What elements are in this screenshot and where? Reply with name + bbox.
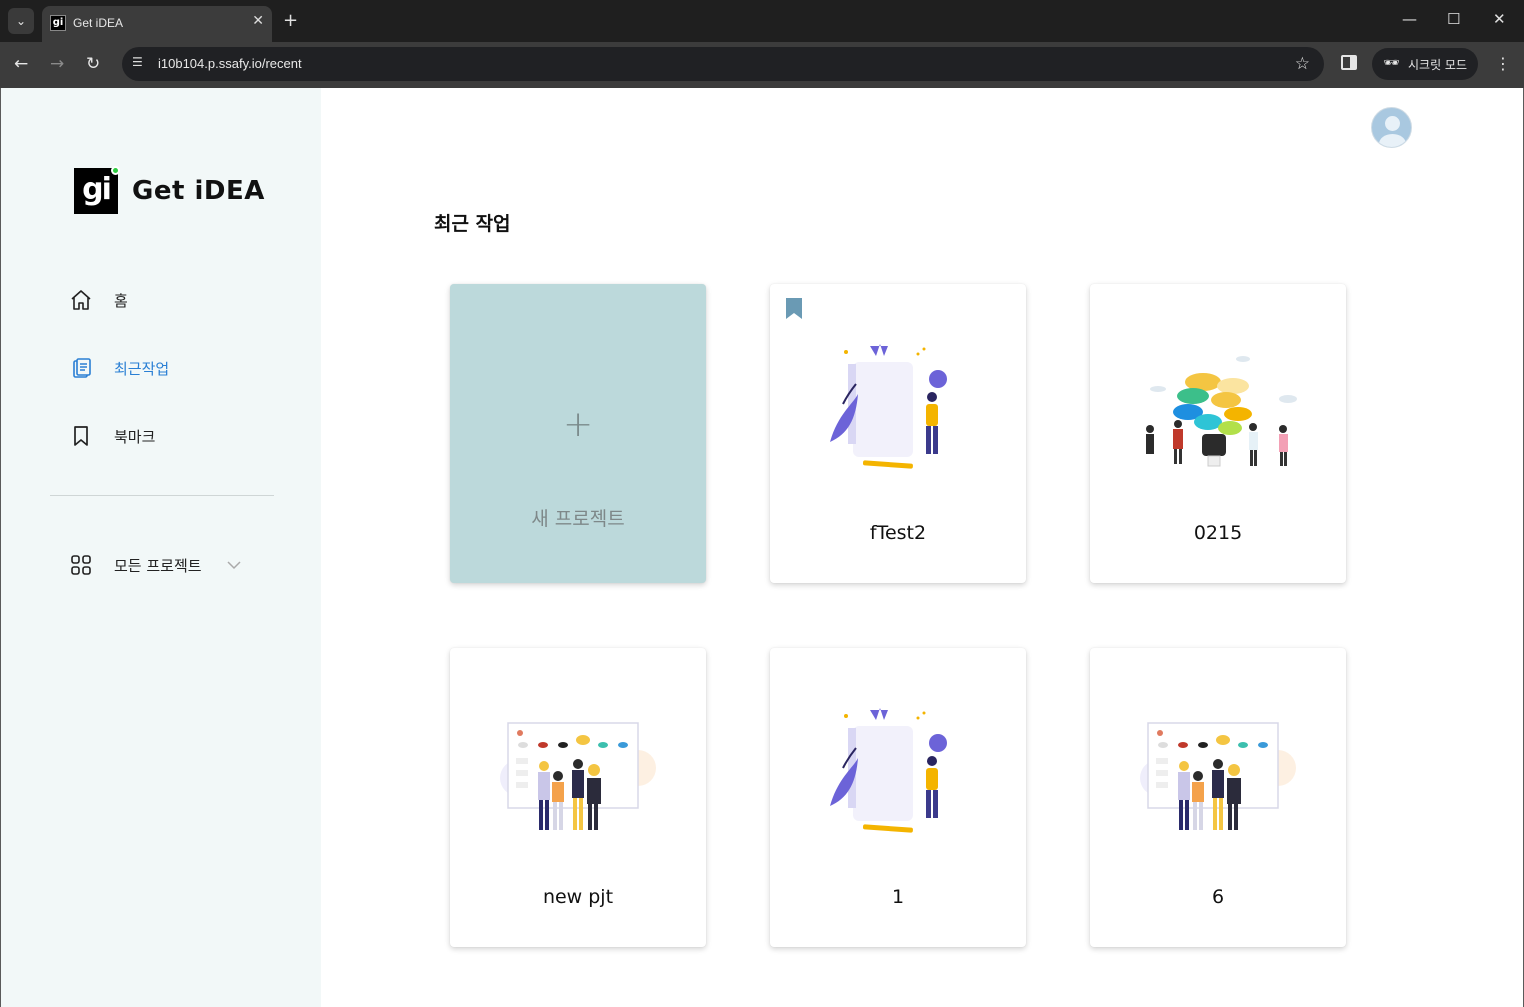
back-button[interactable]: ← bbox=[14, 54, 28, 74]
project-name: fTest2 bbox=[869, 522, 927, 544]
project-card[interactable]: new pjt bbox=[450, 648, 706, 947]
page: gi Get iDEA 홈 최근작업 북마크 모든 프로젝트 최근 작업 + 새… bbox=[0, 88, 1524, 1007]
bookmark-star-icon[interactable]: ☆ bbox=[1295, 54, 1310, 74]
incognito-badge[interactable]: 🕶 시크릿 모드 bbox=[1372, 48, 1478, 80]
home-icon bbox=[71, 290, 91, 310]
browser-toolbar: ← → ↻ ☰ i10b104.p.ssafy.io/recent ☆ 🕶 시크… bbox=[0, 42, 1524, 88]
incognito-label: 시크릿 모드 bbox=[1408, 58, 1468, 72]
sidebar-item-label: 최근작업 bbox=[114, 359, 170, 378]
project-card[interactable]: 1 bbox=[770, 648, 1026, 947]
forward-button[interactable]: → bbox=[50, 54, 64, 74]
tab-favicon: gi bbox=[50, 15, 66, 31]
side-panel-icon[interactable] bbox=[1341, 55, 1357, 70]
close-window-button[interactable]: ✕ bbox=[1493, 10, 1506, 28]
grid-icon bbox=[71, 555, 91, 575]
browser-titlebar: ⌄ gi Get iDEA ✕ + — ☐ ✕ bbox=[0, 0, 1524, 42]
incognito-icon: 🕶 bbox=[1383, 56, 1400, 71]
sidebar-item-label: 홈 bbox=[114, 291, 128, 310]
project-card[interactable]: 0215 bbox=[1090, 284, 1346, 583]
project-card[interactable]: 6 bbox=[1090, 648, 1346, 947]
user-avatar[interactable] bbox=[1371, 107, 1412, 148]
browser-tab[interactable]: gi Get iDEA ✕ bbox=[42, 6, 272, 42]
minimize-button[interactable]: — bbox=[1402, 10, 1417, 28]
team-board-illustration bbox=[1140, 722, 1296, 830]
clipboard-icon bbox=[73, 358, 91, 378]
plus-icon: + bbox=[563, 404, 594, 445]
sidebar-item-home[interactable]: 홈 bbox=[69, 288, 128, 312]
bookmark-icon bbox=[74, 426, 88, 446]
sidebar: gi Get iDEA 홈 최근작업 북마크 모든 프로젝트 bbox=[1, 88, 321, 1007]
address-bar[interactable]: ☰ i10b104.p.ssafy.io/recent ☆ bbox=[122, 47, 1324, 81]
avatar-body bbox=[1379, 134, 1406, 147]
avatar-head bbox=[1385, 116, 1400, 131]
logo-mark: gi bbox=[74, 166, 120, 214]
bookmark-filled-icon[interactable] bbox=[785, 298, 803, 320]
tab-close-icon[interactable]: ✕ bbox=[252, 13, 264, 29]
sidebar-item-all-projects[interactable]: 모든 프로젝트 bbox=[69, 553, 242, 577]
whiteboard-illustration bbox=[830, 708, 947, 833]
logo-dot bbox=[111, 166, 120, 175]
page-title: 최근 작업 bbox=[434, 213, 511, 235]
idea-tree-illustration bbox=[1146, 356, 1297, 467]
sidebar-item-recent[interactable]: 최근작업 bbox=[69, 356, 169, 380]
logo[interactable]: gi Get iDEA bbox=[74, 166, 265, 214]
url-text[interactable]: i10b104.p.ssafy.io/recent bbox=[158, 56, 302, 71]
whiteboard-illustration bbox=[830, 344, 947, 469]
sidebar-divider bbox=[50, 495, 274, 496]
sidebar-item-label: 북마크 bbox=[114, 427, 156, 446]
tab-search-button[interactable]: ⌄ bbox=[8, 8, 34, 34]
tab-title: Get iDEA bbox=[73, 16, 124, 30]
chevron-down-icon[interactable] bbox=[226, 560, 242, 570]
site-info-icon[interactable]: ☰ bbox=[132, 55, 150, 73]
team-board-illustration bbox=[500, 722, 656, 830]
new-project-card[interactable]: + 새 프로젝트 bbox=[450, 284, 706, 583]
sidebar-item-bookmark[interactable]: 북마크 bbox=[69, 424, 155, 448]
new-tab-button[interactable]: + bbox=[283, 10, 298, 31]
project-name: 6 bbox=[1211, 886, 1225, 908]
new-project-label: 새 프로젝트 bbox=[531, 508, 625, 530]
project-name: new pjt bbox=[542, 886, 614, 908]
project-card[interactable]: fTest2 bbox=[770, 284, 1026, 583]
browser-menu-icon[interactable]: ⋮ bbox=[1495, 54, 1511, 73]
logo-text: Get iDEA bbox=[132, 176, 265, 206]
project-name: 1 bbox=[891, 886, 905, 908]
reload-button[interactable]: ↻ bbox=[86, 54, 100, 74]
project-name: 0215 bbox=[1193, 522, 1243, 544]
sidebar-item-label: 모든 프로젝트 bbox=[114, 556, 202, 575]
maximize-button[interactable]: ☐ bbox=[1447, 10, 1460, 28]
